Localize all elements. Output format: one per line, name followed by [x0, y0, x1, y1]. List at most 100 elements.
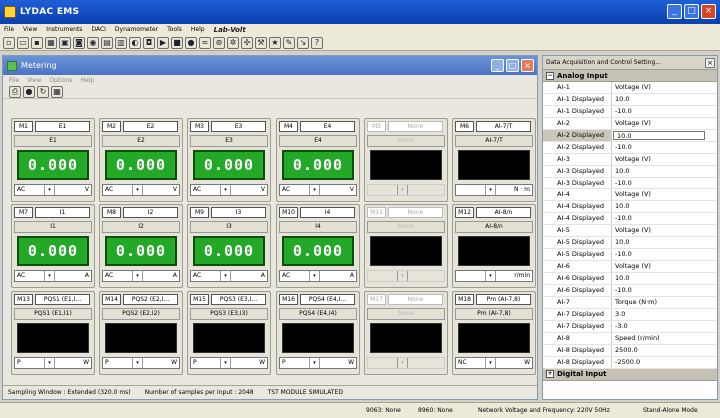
property-row[interactable]: AI-5 Displayed 10.0 [543, 237, 717, 250]
chevron-down-icon[interactable]: ▾ [45, 185, 55, 195]
metering-menu-options[interactable]: Options [49, 77, 72, 84]
meter-mode-select[interactable] [368, 271, 398, 281]
property-row[interactable]: AI-4 Displayed 10.0 [543, 201, 717, 214]
chevron-down-icon[interactable]: ▾ [398, 271, 408, 281]
meter-channel-select[interactable]: None [388, 121, 443, 132]
metering-close-button[interactable]: × [521, 59, 534, 72]
property-row[interactable]: AI-3 Voltage (V) [543, 153, 717, 166]
property-row[interactable]: AI-1 Displayed 10.0 [543, 93, 717, 106]
chevron-down-icon[interactable]: ▾ [398, 358, 408, 368]
meter-channel-select[interactable]: E4 [300, 121, 355, 132]
chevron-down-icon[interactable]: ▾ [221, 271, 231, 281]
meter-id[interactable]: M7 [14, 207, 33, 218]
meter-channel-select[interactable]: AI-7/T [476, 121, 531, 132]
meter-mode-select[interactable]: P [103, 358, 133, 368]
metering-menu-file[interactable]: File [9, 77, 19, 84]
meter-id[interactable]: M11 [367, 207, 386, 218]
meter-mode-select[interactable]: AC [15, 271, 45, 281]
print-icon[interactable]: ⎙ [9, 85, 21, 98]
meter-mode-select[interactable] [456, 185, 486, 195]
menu-file[interactable]: File [4, 26, 14, 33]
meter-id[interactable]: M18 [455, 294, 474, 305]
tool-icon[interactable]: ⚒ [255, 36, 267, 49]
property-value[interactable]: Torque (N·m) [612, 297, 717, 308]
property-row[interactable]: AI-6 Displayed 10.0 [543, 273, 717, 285]
property-value[interactable]: Voltage (V) [612, 261, 717, 272]
meter-mode-select[interactable] [368, 185, 398, 195]
meter-channel-select[interactable]: PQS3 (E3,I... [211, 294, 266, 305]
graph-icon[interactable]: ◐ [129, 36, 141, 49]
property-value[interactable]: 10.0 [612, 237, 717, 248]
menu-help[interactable]: Help [191, 26, 205, 33]
meter-channel-select[interactable]: PQS1 (E1,I... [35, 294, 90, 305]
meter-channel-select[interactable]: PQS4 (E4,I... [300, 294, 355, 305]
stop-icon[interactable]: ■ [171, 36, 183, 49]
property-value[interactable]: 10.0 [612, 166, 717, 177]
open-icon[interactable]: ▭ [17, 36, 29, 49]
metering-maximize-button[interactable]: □ [506, 59, 519, 72]
meter-id[interactable]: M10 [279, 207, 298, 218]
minimize-button[interactable]: _ [667, 4, 682, 19]
chevron-down-icon[interactable]: ▾ [310, 358, 320, 368]
meter-id[interactable]: M5 [367, 121, 386, 132]
property-value[interactable]: -10.0 [612, 285, 717, 296]
property-row[interactable]: AI-5 Displayed -10.0 [543, 249, 717, 262]
meter-mode-select[interactable]: AC [15, 185, 45, 195]
chevron-down-icon[interactable]: ▾ [398, 185, 408, 195]
scope-icon[interactable]: ◙ [73, 36, 85, 49]
property-value[interactable]: -10.0 [612, 178, 717, 189]
property-row[interactable]: AI-1 Displayed -10.0 [543, 105, 717, 118]
maximize-button[interactable]: □ [684, 4, 699, 19]
property-row[interactable]: AI-8 Displayed -2500.0 [543, 356, 717, 369]
property-value[interactable]: -10.0 [612, 249, 717, 260]
meter-channel-select[interactable]: AI-8/n [476, 207, 531, 218]
analog-input-section[interactable]: − Analog Input [543, 70, 717, 82]
chevron-down-icon[interactable]: ▾ [486, 185, 496, 195]
star-icon[interactable]: ★ [269, 36, 281, 49]
grid-icon[interactable]: ▦ [45, 36, 57, 49]
property-row[interactable]: AI-6 Displayed -10.0 [543, 284, 717, 297]
camera-icon[interactable]: ◘ [143, 36, 155, 49]
meter-mode-select[interactable]: P [191, 358, 221, 368]
chevron-down-icon[interactable]: ▾ [310, 185, 320, 195]
meter-id[interactable]: M14 [102, 294, 121, 305]
collapse-icon[interactable]: − [546, 71, 554, 80]
meter-mode-select[interactable] [368, 358, 398, 368]
meter-mode-select[interactable]: P [280, 358, 310, 368]
close-button[interactable]: × [701, 4, 716, 19]
property-row[interactable]: AI-8 Displayed 2500.0 [543, 344, 717, 357]
property-value[interactable]: Voltage (V) [612, 82, 717, 93]
property-value[interactable]: Speed (r/min) [612, 333, 717, 344]
meter-id[interactable]: M2 [102, 121, 121, 132]
menu-view[interactable]: View [23, 26, 37, 33]
menu-instruments[interactable]: Instruments [46, 26, 82, 33]
meter-mode-select[interactable]: NC [456, 358, 486, 368]
phasor-icon[interactable]: ◉ [87, 36, 99, 49]
property-row[interactable]: AI-7 Displayed 3.0 [543, 308, 717, 321]
meter-id[interactable]: M13 [14, 294, 33, 305]
property-value[interactable]: 10.0 [613, 130, 705, 140]
property-row[interactable]: AI-7 Displayed -3.0 [543, 320, 717, 333]
chevron-down-icon[interactable]: ▾ [486, 358, 496, 368]
chevron-down-icon[interactable]: ▾ [45, 358, 55, 368]
property-value[interactable]: Voltage (V) [612, 154, 717, 165]
property-row[interactable]: AI-3 Displayed -10.0 [543, 177, 717, 190]
gear-icon[interactable]: ✲ [227, 36, 239, 49]
chevron-down-icon[interactable]: ▾ [221, 358, 231, 368]
property-value[interactable]: 3.0 [612, 309, 717, 320]
property-row[interactable]: AI-4 Displayed -10.0 [543, 213, 717, 226]
property-row[interactable]: AI-8 Speed (r/min) [543, 332, 717, 345]
meter-mode-select[interactable]: P [15, 358, 45, 368]
meter-mode-select[interactable] [456, 271, 486, 281]
menu-dynamometer[interactable]: Dynamometer [115, 26, 158, 33]
property-row[interactable]: AI-1 Voltage (V) [543, 82, 717, 94]
meter-mode-select[interactable]: AC [280, 271, 310, 281]
record-data-icon[interactable]: ● [23, 85, 35, 98]
property-value[interactable]: 10.0 [612, 201, 717, 212]
probe-icon[interactable]: ↘ [297, 36, 309, 49]
chevron-down-icon[interactable]: ▾ [133, 271, 143, 281]
meter-id[interactable]: M8 [102, 207, 121, 218]
record-icon[interactable]: ● [185, 36, 197, 49]
property-value[interactable]: -10.0 [612, 213, 717, 224]
meter-id[interactable]: M16 [279, 294, 298, 305]
